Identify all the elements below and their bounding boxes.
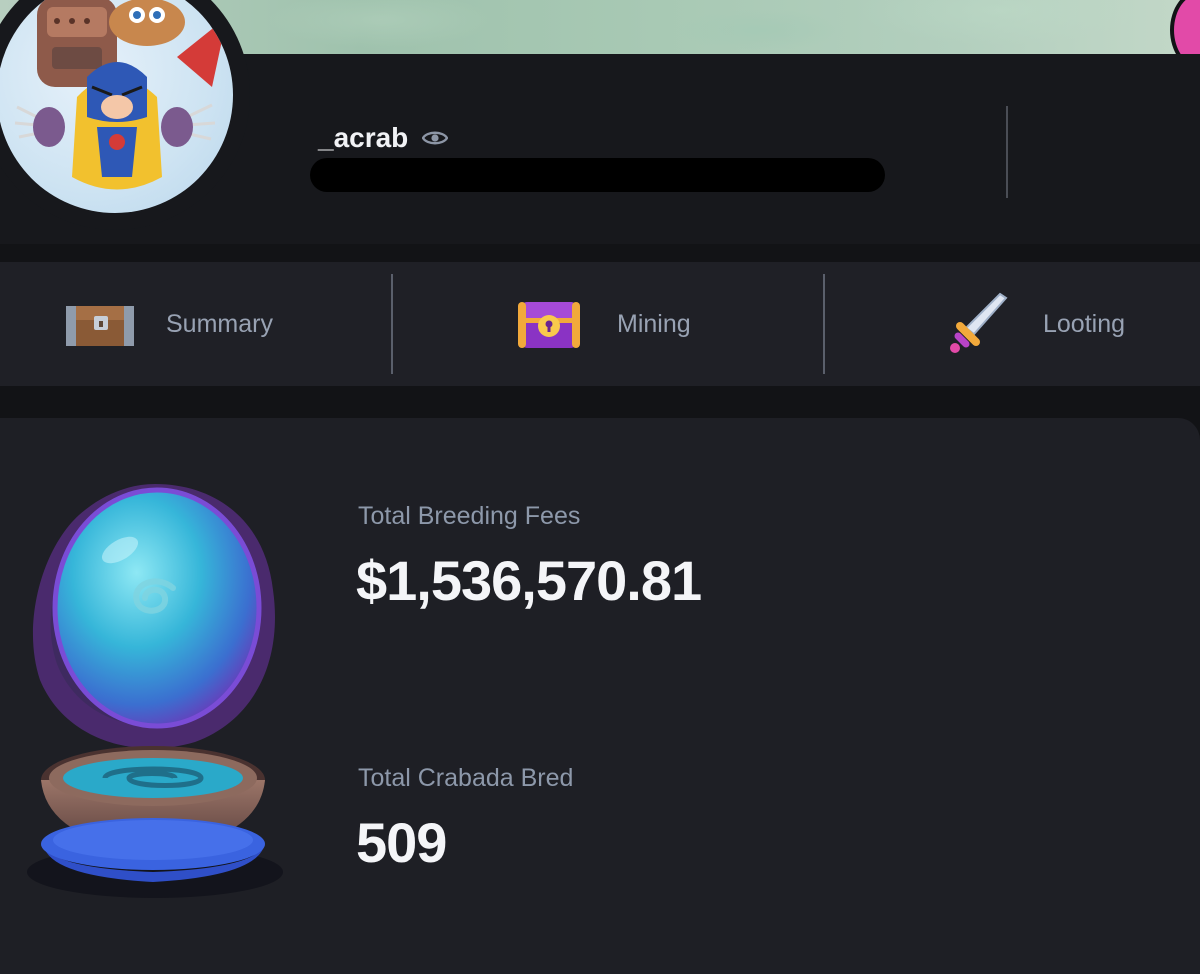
redacted-wallet-address	[310, 158, 885, 192]
tab-looting[interactable]: Looting	[824, 262, 1200, 386]
eye-icon[interactable]	[421, 129, 449, 147]
breeding-orb-icon	[25, 480, 305, 910]
tab-mining-label: Mining	[617, 309, 691, 338]
crabada-bred-label: Total Crabada Bred	[358, 764, 574, 792]
crabada-bred-value: 509	[356, 811, 447, 874]
username-row: _acrab	[318, 122, 449, 154]
tab-mining[interactable]: Mining	[392, 262, 824, 386]
tab-bar: Summary Mining Looting	[0, 262, 1200, 386]
username: _acrab	[318, 122, 409, 153]
tab-summary-label: Summary	[166, 309, 273, 338]
crab-character-avatar-icon	[0, 0, 233, 213]
sword-icon	[946, 292, 1008, 360]
treasure-chest-purple-icon	[516, 296, 582, 356]
breeding-fees-value: $1,536,570.81	[356, 549, 702, 612]
header-divider	[1006, 106, 1008, 198]
treasure-chest-wooden-icon	[64, 300, 136, 354]
breeding-fees-label: Total Breeding Fees	[358, 502, 581, 530]
tab-summary[interactable]: Summary	[0, 262, 392, 386]
tab-looting-label: Looting	[1043, 309, 1126, 338]
